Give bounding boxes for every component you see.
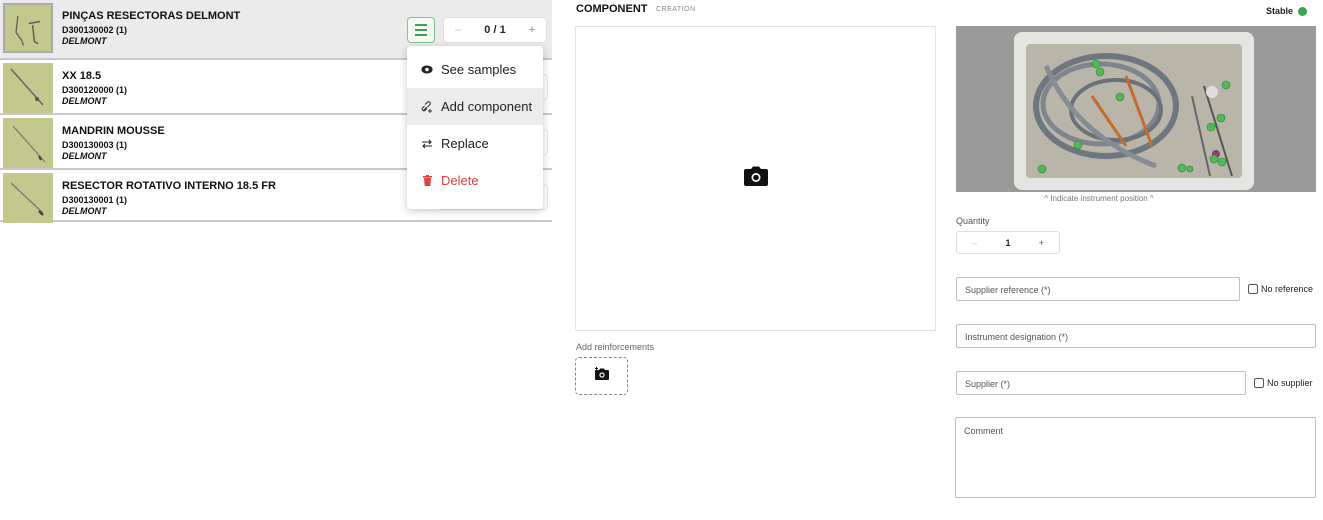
status-indicator: Stable	[1266, 6, 1308, 16]
status-dot-icon	[1298, 6, 1308, 16]
instrument-designation-field[interactable]: Instrument designation (*)	[956, 324, 1316, 348]
menu-item-label: Add component	[441, 99, 533, 114]
menu-item-label: Delete	[441, 173, 479, 188]
instrument-thumbnail	[3, 63, 53, 113]
item-name: RESECTOR ROTATIVO INTERNO 18.5 FR	[62, 180, 276, 192]
instrument-thumbnail	[3, 173, 53, 223]
item-name: PINÇAS RESECTORAS DELMONT	[62, 10, 241, 22]
eye-icon	[421, 65, 433, 74]
item-name: MANDRIN MOUSSE	[62, 125, 165, 137]
item-name: XX 18.5	[62, 70, 102, 82]
item-menu-button[interactable]	[407, 17, 435, 43]
quantity-value[interactable]: 1	[992, 238, 1023, 248]
menu-item-delete[interactable]: Delete	[407, 162, 543, 199]
menu-item-label: See samples	[441, 62, 517, 77]
item-supplier: DELMONT	[62, 36, 107, 46]
quantity-value: 0 / 1	[484, 24, 506, 36]
supplier-reference-placeholder: Supplier reference (*)	[965, 285, 1051, 295]
decrement-button[interactable]: –	[444, 24, 472, 36]
checkbox-icon	[1248, 284, 1258, 294]
no-supplier-label: No supplier	[1267, 378, 1313, 388]
supplier-field[interactable]: Supplier (*)	[956, 371, 1246, 395]
instrument-designation-placeholder: Instrument designation (*)	[965, 332, 1069, 342]
checkbox-icon	[1254, 378, 1264, 388]
quantity-stepper: – 0 / 1 +	[443, 17, 547, 43]
increment-button[interactable]: +	[518, 24, 546, 36]
decrement-button[interactable]: –	[957, 238, 992, 248]
item-supplier: DELMONT	[62, 206, 107, 216]
item-reference: D300120000 (1)	[62, 85, 128, 95]
supplier-placeholder: Supplier (*)	[965, 379, 1011, 389]
no-reference-checkbox[interactable]: No reference	[1248, 284, 1313, 294]
indicate-position-toggle[interactable]: ^ Indicate instrument position ^	[956, 194, 1242, 203]
item-reference: D300130001 (1)	[62, 195, 128, 205]
page-title: COMPONENT	[576, 3, 648, 15]
comment-placeholder: Comment	[964, 426, 1004, 436]
swap-arrows-icon	[421, 139, 433, 149]
link-plus-icon	[421, 100, 433, 113]
add-reinforcements-label: Add reinforcements	[576, 342, 655, 352]
no-supplier-checkbox[interactable]: No supplier	[1254, 378, 1313, 388]
trash-icon	[421, 175, 433, 186]
status-label: Stable	[1266, 6, 1294, 16]
instrument-tray-image[interactable]	[956, 26, 1316, 192]
hamburger-icon	[415, 24, 427, 26]
quantity-stepper: – 1 +	[956, 231, 1060, 254]
supplier-reference-field[interactable]: Supplier reference (*)	[956, 277, 1240, 301]
item-context-menu: See samples Add component Replace Delete	[407, 46, 543, 209]
item-reference: D300130002 (1)	[62, 25, 128, 35]
item-supplier: DELMONT	[62, 96, 107, 106]
instrument-thumbnail	[3, 3, 53, 53]
quantity-label: Quantity	[956, 216, 990, 226]
instrument-thumbnail	[3, 118, 53, 168]
menu-item-label: Replace	[441, 136, 489, 151]
increment-button[interactable]: +	[1024, 238, 1059, 248]
add-photo-icon	[594, 367, 609, 385]
main-photo-dropzone[interactable]	[575, 26, 936, 331]
camera-icon	[743, 166, 768, 191]
page-subtitle: CREATION	[656, 6, 696, 13]
menu-item-add-component[interactable]: Add component	[407, 88, 543, 125]
menu-item-see-samples[interactable]: See samples	[407, 51, 543, 88]
menu-item-replace[interactable]: Replace	[407, 125, 543, 162]
item-reference: D300130003 (1)	[62, 140, 128, 150]
comment-textarea[interactable]: Comment	[955, 417, 1316, 498]
add-reinforcement-button[interactable]	[575, 357, 628, 395]
no-reference-label: No reference	[1261, 284, 1314, 294]
item-supplier: DELMONT	[62, 151, 107, 161]
